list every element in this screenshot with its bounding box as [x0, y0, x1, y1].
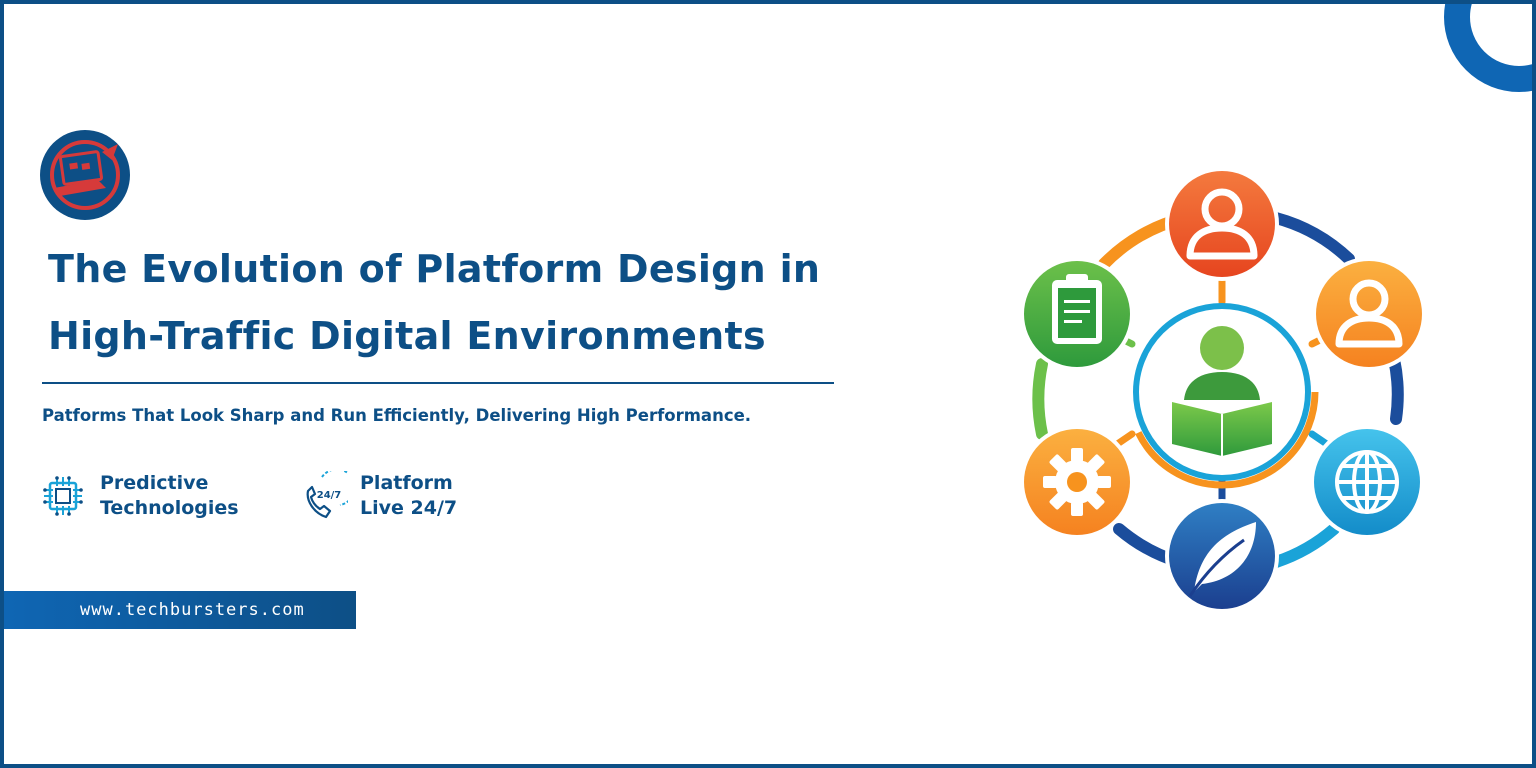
node-user-top: [1165, 167, 1279, 281]
title-line-1: The Evolution of Platform Design in: [48, 247, 821, 291]
laptop-rocket-logo: [40, 130, 130, 220]
node-user-right: [1312, 257, 1426, 371]
node-globe: [1310, 425, 1424, 539]
subtitle: Patforms That Look Sharp and Run Efficie…: [42, 406, 752, 425]
corner-ring-decoration: [1444, 4, 1532, 92]
banner: The Evolution of Platform Design in High…: [0, 0, 1536, 768]
clipboard-icon: [1052, 274, 1102, 344]
website-bar: www.techbursters.com: [4, 591, 356, 629]
node-leaf: [1165, 499, 1279, 613]
feature-label-line2: Technologies: [100, 497, 239, 519]
title-divider: [42, 382, 834, 384]
feature-label-line1: Predictive: [100, 472, 209, 494]
phone-24-7-icon: 24/7: [306, 471, 348, 519]
network-illustration: [1020, 167, 1426, 613]
feature-platform-live: 24/7 Platform Live 24/7: [298, 471, 457, 521]
feature-label: Predictive Technologies: [100, 471, 239, 521]
website-link[interactable]: www.techbursters.com: [80, 600, 305, 620]
node-clipboard: [1020, 257, 1134, 371]
feature-label-line1: Platform: [360, 472, 453, 494]
globe-icon: [1335, 450, 1399, 514]
chip-icon: [43, 476, 83, 516]
title-line-2: High-Traffic Digital Environments: [48, 314, 766, 358]
page-title: The Evolution of Platform Design in High…: [48, 236, 928, 370]
feature-label-line2: Live 24/7: [360, 497, 458, 519]
gear-icon: [1043, 448, 1111, 516]
feature-predictive-technologies: Predictive Technologies: [38, 471, 239, 521]
feature-label: Platform Live 24/7: [360, 471, 457, 521]
node-gear: [1020, 425, 1134, 539]
badge-24-7-text: 24/7: [317, 490, 342, 501]
center-node: [1125, 295, 1319, 489]
